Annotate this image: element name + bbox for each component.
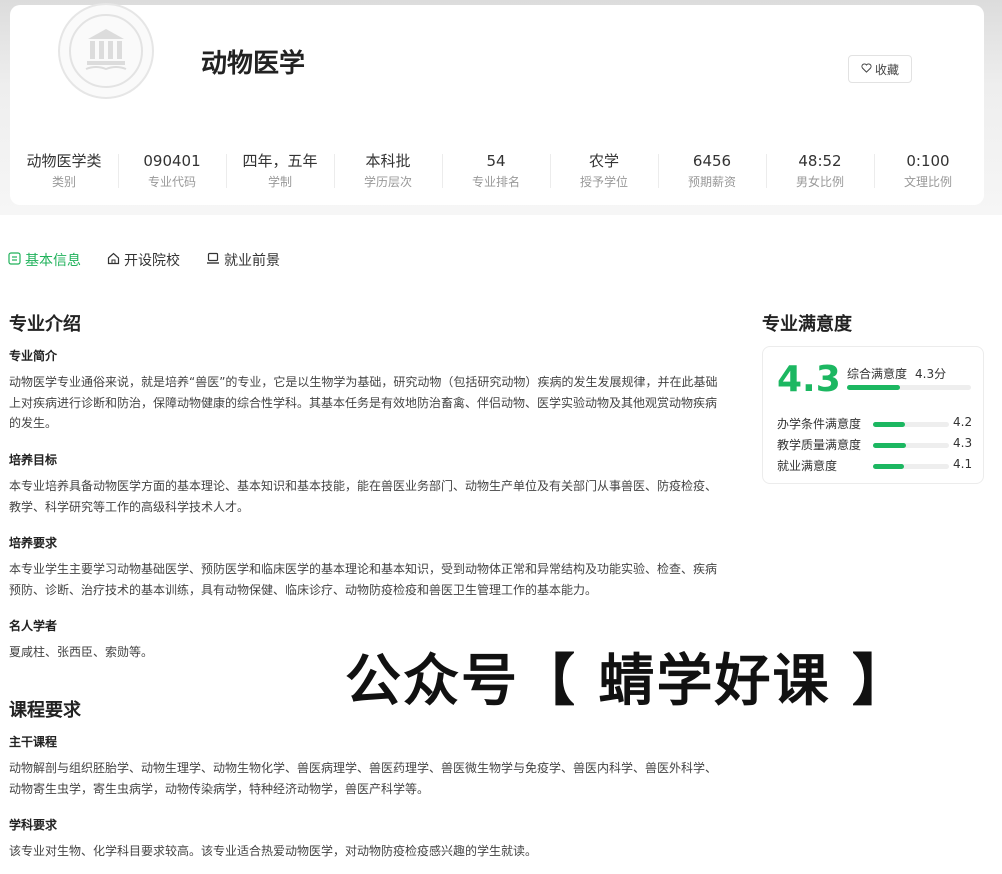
tab-basic-info[interactable]: 基本信息 [8,250,81,270]
stat-value: 四年，五年 [242,152,318,170]
heart-icon [861,62,872,76]
stat-label: 男女比例 [795,175,844,189]
requirement-heading: 培养要求 [9,536,58,550]
overall-score-text: 4.3分 [915,367,947,381]
stat-value: 农学 [588,152,619,170]
sat-row-label: 教学质量满意度 [777,438,862,452]
stat-value: 动物医学类 [26,152,102,170]
favorite-label: 收藏 [874,62,899,77]
requirement-text: 本专业学生主要学习动物基础医学、预防医学和临床医学的基本理论和基本知识，受到动物… [9,562,718,597]
stat-label: 专业排名 [471,175,520,189]
stat-arts-science-ratio: 0:100 文理比例 [874,150,982,190]
stat-label: 文理比例 [903,175,952,189]
scholars-heading: 名人学者 [9,619,58,633]
sat-row-bar [873,422,949,427]
tab-label: 就业前景 [224,253,280,269]
stat-ranking: 54 专业排名 [442,150,550,190]
overall-bar-fill [847,385,901,390]
subject-req-text: 该专业对生物、化学科目要求较高。该专业适合热爱动物医学，对动物防疫检疫感兴趣的学… [9,844,538,858]
tab-schools[interactable]: 开设院校 [107,250,180,270]
stat-value: 090401 [143,152,201,170]
overall-score: 4.3 [777,359,841,400]
stat-degree: 农学 授予学位 [550,150,658,190]
watermark-text: 公众号【 蜻学好课 】 [345,649,910,714]
satisfaction-card: 4.3 综合满意度 4.3分 办学条件满意度 4.2 教学质量满意度 4.3 就… [762,346,984,484]
intro-section-title: 专业介绍 [9,314,81,335]
stat-education-level: 本科批 学历层次 [334,150,442,190]
sat-row-bar [873,443,949,448]
goal-heading: 培养目标 [9,453,58,467]
stat-gender-ratio: 48:52 男女比例 [766,150,874,190]
sat-row-bar-fill [873,464,905,469]
stat-label: 预期薪资 [687,175,736,189]
goal-text: 本专业培养具备动物医学方面的基本理论、基本知识和基本技能，能在兽医业务部门、动物… [9,479,718,514]
tab-label: 基本信息 [25,253,81,269]
stat-value: 0:100 [906,152,950,170]
university-logo-icon [58,3,154,99]
main-courses-heading: 主干课程 [9,735,58,749]
major-stats-bar: 动物医学类 类别 090401 专业代码 四年，五年 学制 本科批 学历层次 5… [10,150,984,194]
overall-bar [847,385,971,390]
stat-label: 学历层次 [363,175,412,189]
summary-heading: 专业简介 [9,349,58,363]
stat-major-code: 090401 专业代码 [118,150,226,190]
sat-row-label: 办学条件满意度 [777,417,862,431]
stat-value: 54 [486,152,506,170]
sat-row-value: 4.1 [953,457,973,471]
document-icon [8,251,21,269]
courses-section-title: 课程要求 [9,700,81,721]
sat-row-value: 4.2 [953,415,973,429]
sat-row-bar [873,464,949,469]
house-icon [107,252,120,269]
stat-value: 48:52 [798,152,842,170]
sat-row-bar-fill [873,443,906,448]
stat-salary: 6456 预期薪资 [658,150,766,190]
stat-duration: 四年，五年 学制 [226,150,334,190]
tab-bar: 基本信息 开设院校 就业前景 [8,250,280,270]
stat-label: 类别 [51,175,76,189]
laptop-icon [206,252,220,269]
stat-label: 学制 [267,175,292,189]
sat-row-bar-fill [873,422,905,427]
tab-label: 开设院校 [124,253,180,269]
page-title: 动物医学 [201,49,306,79]
summary-text: 动物医学专业通俗来说，就是培养“兽医”的专业，它是以生物学为基础，研究动物（包括… [9,375,718,430]
sat-row-value: 4.3 [953,436,973,450]
stat-label: 授予学位 [579,175,628,189]
satisfaction-title: 专业满意度 [762,314,852,335]
sat-row-label: 就业满意度 [777,459,838,473]
main-courses-text: 动物解剖与组织胚胎学、动物生理学、动物生物化学、兽医病理学、兽医药理学、兽医微生… [9,761,718,796]
tab-career[interactable]: 就业前景 [206,250,280,270]
stat-value: 本科批 [365,152,411,170]
overall-label: 综合满意度 [847,367,908,381]
stat-category: 动物医学类 类别 [10,150,118,190]
subject-req-heading: 学科要求 [9,818,58,832]
stat-value: 6456 [692,152,732,170]
stat-label: 专业代码 [147,175,196,189]
favorite-button[interactable]: 收藏 [848,55,912,83]
